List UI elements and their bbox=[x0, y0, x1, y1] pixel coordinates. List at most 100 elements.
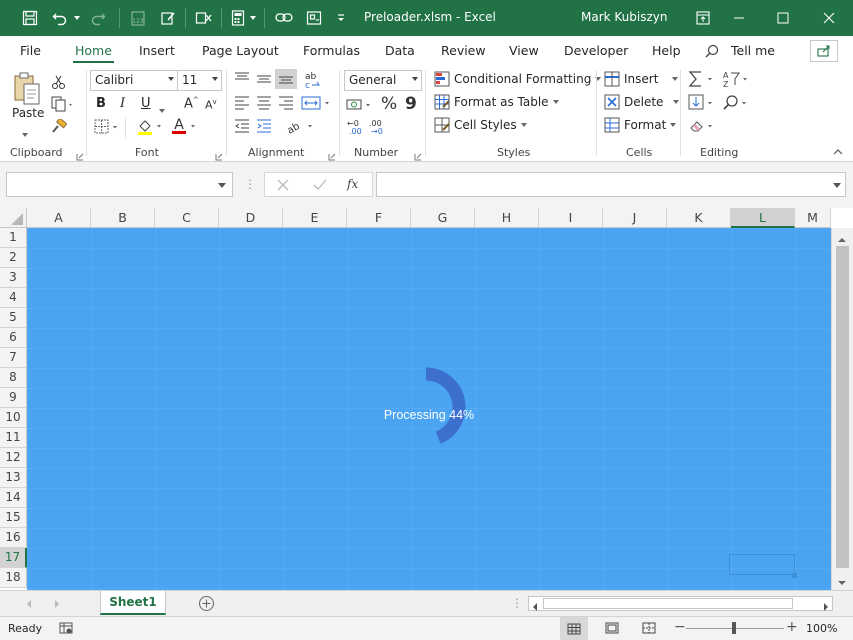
tab-help[interactable]: Help bbox=[652, 43, 681, 58]
column-header[interactable]: J bbox=[603, 208, 667, 228]
align-center-icon[interactable] bbox=[256, 96, 272, 113]
row-header[interactable]: 5 bbox=[0, 308, 27, 328]
number-format-select[interactable]: General bbox=[344, 70, 422, 91]
share-button[interactable] bbox=[810, 40, 838, 62]
tab-developer[interactable]: Developer bbox=[564, 43, 628, 58]
tab-home[interactable]: Home bbox=[73, 43, 114, 63]
row-header[interactable]: 2 bbox=[0, 248, 27, 268]
tell-me-search[interactable]: Tell me bbox=[731, 43, 775, 58]
align-middle-icon[interactable] bbox=[256, 72, 272, 89]
underline-button[interactable]: U bbox=[141, 96, 151, 111]
expand-formula-bar-icon[interactable] bbox=[833, 183, 841, 188]
decrease-font-icon[interactable]: Av bbox=[205, 98, 217, 112]
column-header[interactable]: A bbox=[27, 208, 91, 228]
close-icon[interactable] bbox=[806, 0, 852, 36]
row-header[interactable]: 18 bbox=[0, 568, 27, 588]
tab-formulas[interactable]: Formulas bbox=[303, 43, 360, 58]
column-header[interactable]: G bbox=[411, 208, 475, 228]
row-header[interactable]: 12 bbox=[0, 448, 27, 468]
redo-icon[interactable] bbox=[86, 6, 110, 30]
fill-icon[interactable] bbox=[688, 94, 718, 115]
find-select-icon[interactable] bbox=[722, 94, 752, 115]
column-header[interactable]: L bbox=[731, 208, 795, 228]
row-header[interactable]: 9 bbox=[0, 388, 27, 408]
row-header[interactable]: 6 bbox=[0, 328, 27, 348]
row-header[interactable]: 11 bbox=[0, 428, 27, 448]
active-cell-outline[interactable] bbox=[729, 554, 795, 575]
tab-insert[interactable]: Insert bbox=[139, 43, 175, 58]
scroll-up-icon[interactable] bbox=[837, 233, 847, 247]
column-header[interactable]: M bbox=[795, 208, 831, 228]
font-color-icon[interactable]: A bbox=[171, 116, 201, 139]
new-sheet-icon[interactable] bbox=[198, 595, 215, 615]
macro-recorder-icon[interactable] bbox=[59, 621, 73, 638]
maximize-icon[interactable] bbox=[760, 0, 806, 36]
vertical-scrollbar[interactable] bbox=[831, 228, 853, 590]
customize-toolbar-icon[interactable] bbox=[334, 6, 348, 30]
column-header[interactable]: F bbox=[347, 208, 411, 228]
zoom-out-button[interactable]: − bbox=[674, 619, 686, 635]
column-header[interactable]: B bbox=[91, 208, 155, 228]
fill-handle[interactable] bbox=[792, 573, 797, 578]
borders-icon[interactable] bbox=[94, 119, 120, 138]
enter-formula-icon[interactable] bbox=[313, 179, 327, 194]
tab-page-layout[interactable]: Page Layout bbox=[202, 43, 279, 58]
name-box-dropdown-icon[interactable] bbox=[218, 183, 226, 188]
column-header[interactable]: K bbox=[667, 208, 731, 228]
format-cells-button[interactable]: Format bbox=[604, 117, 677, 133]
page-layout-view-icon[interactable] bbox=[605, 622, 619, 637]
clear-icon[interactable] bbox=[688, 117, 718, 138]
increase-indent-icon[interactable] bbox=[256, 119, 272, 136]
merge-center-icon[interactable] bbox=[301, 95, 333, 114]
row-header[interactable]: 10 bbox=[0, 408, 27, 428]
collapse-ribbon-icon[interactable] bbox=[832, 146, 844, 160]
undo-icon[interactable] bbox=[48, 6, 72, 30]
minimize-icon[interactable] bbox=[716, 0, 762, 36]
comma-style-button[interactable]: 9 bbox=[405, 94, 417, 114]
page-break-view-icon[interactable] bbox=[642, 622, 656, 637]
row-header[interactable]: 13 bbox=[0, 468, 27, 488]
row-header[interactable]: 8 bbox=[0, 368, 27, 388]
format-painter-icon[interactable] bbox=[51, 117, 68, 138]
tab-data[interactable]: Data bbox=[385, 43, 415, 58]
align-left-icon[interactable] bbox=[234, 96, 250, 113]
orientation-icon[interactable]: ab c bbox=[303, 70, 323, 93]
scroll-sheet-right-icon[interactable] bbox=[53, 598, 61, 612]
normal-view-icon[interactable] bbox=[560, 617, 588, 640]
paste-icon[interactable] bbox=[10, 72, 44, 108]
zoom-slider-thumb[interactable] bbox=[732, 622, 736, 634]
undo-dropdown-icon[interactable] bbox=[72, 6, 82, 30]
text-direction-icon[interactable]: ab bbox=[285, 118, 316, 137]
row-header[interactable]: 17 bbox=[0, 548, 27, 568]
sort-filter-icon[interactable]: AZ bbox=[722, 70, 752, 91]
cancel-formula-icon[interactable] bbox=[277, 179, 289, 194]
vertical-scroll-thumb[interactable] bbox=[836, 246, 849, 568]
autosum-icon[interactable] bbox=[688, 70, 718, 91]
row-header[interactable]: 7 bbox=[0, 348, 27, 368]
percent-style-button[interactable]: % bbox=[381, 94, 397, 114]
decrease-decimal-icon[interactable]: .00 →0 bbox=[368, 118, 388, 139]
column-header[interactable]: I bbox=[539, 208, 603, 228]
increase-font-icon[interactable]: A^ bbox=[184, 96, 199, 111]
sheet-tab-sheet1[interactable]: Sheet1 bbox=[100, 591, 166, 615]
column-header[interactable]: E bbox=[283, 208, 347, 228]
copy-icon[interactable] bbox=[51, 96, 75, 115]
row-header[interactable]: 15 bbox=[0, 508, 27, 528]
row-header[interactable]: 3 bbox=[0, 268, 27, 288]
decrease-indent-icon[interactable] bbox=[234, 119, 250, 136]
cut-icon[interactable] bbox=[51, 74, 67, 93]
accounting-format-icon[interactable] bbox=[346, 97, 378, 116]
name-box[interactable] bbox=[6, 172, 233, 197]
column-header[interactable]: D bbox=[219, 208, 283, 228]
paste-button[interactable]: Paste bbox=[12, 106, 44, 120]
format-as-table-button[interactable]: Format as Table bbox=[434, 94, 559, 110]
horizontal-scroll-thumb[interactable] bbox=[543, 598, 793, 609]
increase-decimal-icon[interactable]: ←0.00 bbox=[346, 118, 366, 139]
row-header[interactable]: 16 bbox=[0, 528, 27, 548]
bold-button[interactable]: B bbox=[96, 96, 106, 111]
formula-bar-grip-icon[interactable]: ⋮ bbox=[244, 177, 256, 191]
tab-file[interactable]: File bbox=[20, 43, 41, 58]
scroll-sheet-left-icon[interactable] bbox=[25, 598, 33, 612]
horizontal-scrollbar[interactable] bbox=[528, 596, 833, 611]
zoom-in-button[interactable]: + bbox=[786, 619, 798, 635]
